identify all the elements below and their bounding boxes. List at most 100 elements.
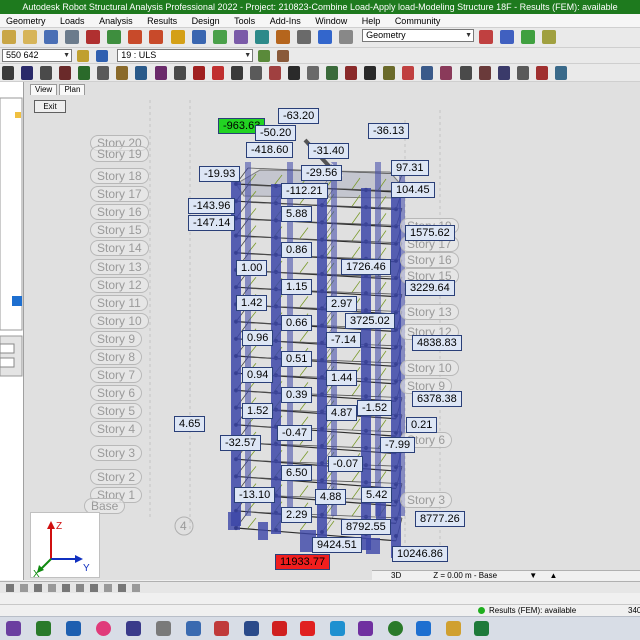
object-inspector-panel[interactable] bbox=[0, 82, 24, 580]
grid-icon[interactable] bbox=[307, 66, 319, 80]
display-icon[interactable] bbox=[191, 30, 206, 44]
level-up-icon[interactable]: ▲ bbox=[544, 571, 562, 581]
select-icon[interactable] bbox=[212, 30, 227, 44]
tab-plan[interactable]: Plan bbox=[59, 84, 86, 95]
properties-icon[interactable] bbox=[535, 66, 548, 80]
node-icon[interactable] bbox=[21, 66, 34, 80]
app-icon[interactable] bbox=[388, 621, 403, 636]
select-case-icon[interactable] bbox=[96, 50, 109, 62]
app-icon[interactable] bbox=[416, 621, 431, 636]
menu-window[interactable]: Window bbox=[309, 14, 353, 27]
structure-toolbar bbox=[0, 64, 640, 82]
select-all-icon[interactable] bbox=[77, 50, 90, 62]
info-icon[interactable] bbox=[317, 30, 332, 44]
section-icon[interactable] bbox=[233, 30, 248, 44]
panel-icon[interactable] bbox=[40, 66, 53, 80]
app-icon[interactable] bbox=[474, 621, 489, 636]
geometry-layout-select[interactable]: Geometry ▼ bbox=[362, 29, 475, 42]
menu-help[interactable]: Help bbox=[356, 14, 387, 27]
mesh-icon[interactable] bbox=[345, 66, 358, 80]
copy-icon[interactable] bbox=[107, 30, 122, 44]
app-icon[interactable] bbox=[272, 621, 287, 636]
menu-analysis[interactable]: Analysis bbox=[93, 14, 139, 27]
calculate-icon[interactable] bbox=[170, 30, 185, 44]
app-icon[interactable] bbox=[214, 621, 229, 636]
menu-add-ins[interactable]: Add-Ins bbox=[264, 14, 307, 27]
filter-icon[interactable] bbox=[296, 30, 311, 44]
extrude-icon[interactable] bbox=[497, 66, 510, 80]
app-icon[interactable] bbox=[244, 621, 259, 636]
cut-icon[interactable] bbox=[86, 30, 101, 44]
story-label: Story 19 bbox=[90, 146, 149, 162]
app-icon[interactable] bbox=[446, 621, 461, 636]
selection-field[interactable]: 550 642 ▼ bbox=[2, 49, 72, 62]
tab-view[interactable]: View bbox=[30, 84, 58, 95]
result-label: -32.57 bbox=[220, 435, 262, 451]
material-icon[interactable] bbox=[211, 66, 224, 80]
measure-icon[interactable] bbox=[364, 66, 377, 80]
zoom-icon[interactable] bbox=[479, 30, 494, 44]
app-icon[interactable] bbox=[330, 621, 345, 636]
opening-icon[interactable] bbox=[97, 66, 110, 80]
text-icon[interactable] bbox=[383, 66, 396, 80]
column-icon[interactable] bbox=[135, 66, 148, 80]
menu-community[interactable]: Community bbox=[389, 14, 447, 27]
story-icon[interactable] bbox=[287, 66, 300, 80]
result-label: 4.65 bbox=[174, 416, 206, 432]
offset-icon[interactable] bbox=[249, 66, 262, 80]
app-icon[interactable] bbox=[6, 621, 21, 636]
print-icon[interactable] bbox=[65, 30, 80, 44]
bottom-toolbar bbox=[0, 581, 640, 593]
level-down-icon[interactable]: ▼ bbox=[524, 571, 542, 581]
load-icon[interactable] bbox=[275, 30, 290, 44]
redo-icon[interactable] bbox=[149, 30, 164, 44]
previous-case-icon[interactable] bbox=[277, 50, 290, 62]
save-icon[interactable] bbox=[44, 30, 59, 44]
pan-icon[interactable] bbox=[500, 30, 515, 44]
exit-button[interactable]: Exit bbox=[34, 100, 66, 113]
menu-results[interactable]: Results bbox=[141, 14, 183, 27]
app-icon[interactable] bbox=[358, 621, 373, 636]
brace-icon[interactable] bbox=[154, 66, 167, 80]
cladding-icon[interactable] bbox=[326, 66, 339, 80]
slab-icon[interactable] bbox=[59, 66, 72, 80]
result-label: -418.60 bbox=[246, 142, 294, 158]
next-case-icon[interactable] bbox=[258, 50, 271, 62]
result-label: 8777.26 bbox=[415, 511, 465, 527]
revolve-icon[interactable] bbox=[516, 66, 529, 80]
open-file-icon[interactable] bbox=[23, 30, 38, 44]
app-icon[interactable] bbox=[126, 621, 141, 636]
bar-icon[interactable] bbox=[2, 66, 14, 80]
result-label: -143.96 bbox=[188, 198, 236, 214]
menu-design[interactable]: Design bbox=[186, 14, 226, 27]
rotate-icon[interactable] bbox=[521, 30, 536, 44]
load-def-icon[interactable] bbox=[268, 66, 281, 80]
app-icon[interactable] bbox=[156, 621, 171, 636]
beam-icon[interactable] bbox=[116, 66, 129, 80]
new-file-icon[interactable] bbox=[2, 30, 16, 44]
foundation-icon[interactable] bbox=[173, 66, 186, 80]
translate-icon[interactable] bbox=[421, 66, 434, 80]
app-icon[interactable] bbox=[300, 621, 315, 636]
load-case-select[interactable]: 19 : ULS ▼ bbox=[117, 49, 254, 62]
check-icon[interactable] bbox=[554, 66, 567, 80]
release-icon[interactable] bbox=[230, 66, 243, 80]
support-icon[interactable] bbox=[254, 30, 269, 44]
menu-loads[interactable]: Loads bbox=[54, 14, 91, 27]
intersect-icon[interactable] bbox=[478, 66, 491, 80]
view-icon[interactable] bbox=[542, 30, 557, 44]
app-icon[interactable] bbox=[186, 621, 201, 636]
delete-icon[interactable] bbox=[402, 66, 415, 80]
app-icon[interactable] bbox=[96, 621, 111, 636]
app-icon[interactable] bbox=[36, 621, 51, 636]
table-icon[interactable] bbox=[339, 30, 353, 44]
wall-icon[interactable] bbox=[78, 66, 91, 80]
mirror-icon[interactable] bbox=[440, 66, 453, 80]
view-mode-label[interactable]: 3D bbox=[386, 571, 416, 581]
app-icon[interactable] bbox=[66, 621, 81, 636]
divide-icon[interactable] bbox=[459, 66, 472, 80]
undo-icon[interactable] bbox=[128, 30, 143, 44]
section-def-icon[interactable] bbox=[192, 66, 205, 80]
menu-geometry[interactable]: Geometry bbox=[0, 14, 52, 27]
menu-tools[interactable]: Tools bbox=[228, 14, 261, 27]
